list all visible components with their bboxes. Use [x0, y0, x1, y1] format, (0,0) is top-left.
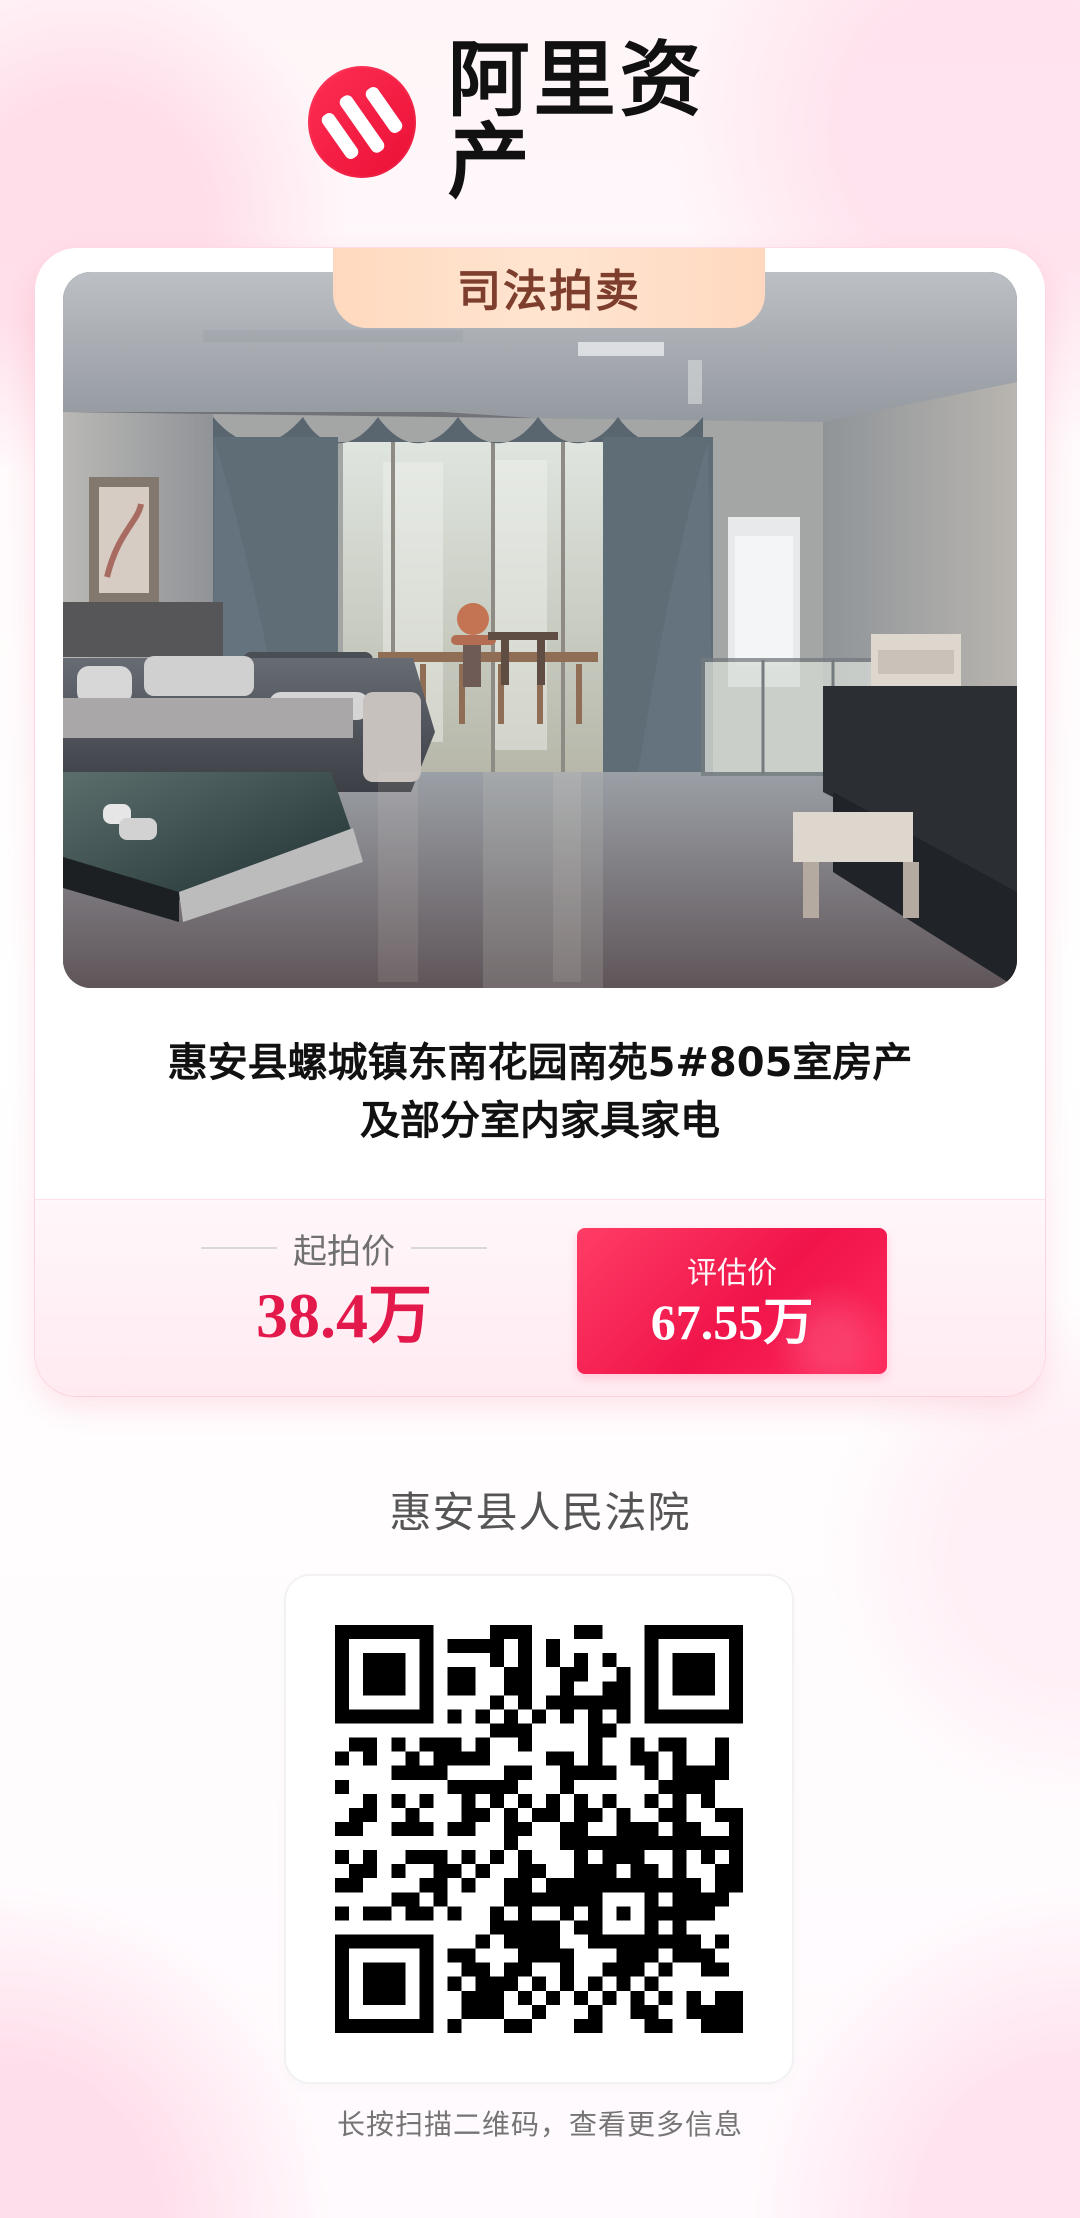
brand-logo: 阿里资产: [308, 40, 778, 204]
estimate-price-label: 评估价: [687, 1256, 777, 1291]
property-title-line-2: 及部分室内家具家电: [360, 1098, 720, 1144]
start-price-label-group: 起拍价: [189, 1228, 499, 1272]
right-divider: [411, 1247, 487, 1249]
auction-card[interactable]: 司法拍卖 惠安县螺城镇东南花园南苑5#805室房产 及部分室内家具家电 起拍价 …: [35, 248, 1045, 1396]
start-price-label: 起拍价: [293, 1231, 395, 1272]
estimate-price-box: 评估价 67.55万: [577, 1228, 887, 1374]
brand-name: 阿里资产: [447, 33, 706, 210]
ali-assets-logo-icon: [308, 66, 416, 178]
auction-type-badge: 司法拍卖: [333, 248, 765, 328]
qr-hint-text: 长按扫描二维码，查看更多信息: [336, 2108, 743, 2141]
qr-code-card[interactable]: [286, 1576, 792, 2082]
estimate-price-value: 67.55万: [650, 1294, 814, 1350]
property-title: 惠安县螺城镇东南花园南苑5#805室房产 及部分室内家具家电: [115, 1034, 965, 1150]
court-name: 惠安县人民法院: [389, 1488, 691, 1537]
left-divider: [201, 1247, 277, 1249]
property-photo: [63, 272, 1017, 988]
property-title-line-1: 惠安县螺城镇东南花园南苑5#805室房产: [167, 1040, 913, 1086]
start-price-value: 38.4万: [256, 1280, 432, 1351]
price-section: 起拍价 38.4万 评估价 67.55万: [35, 1199, 1045, 1396]
qr-code-icon[interactable]: [335, 1625, 743, 2033]
